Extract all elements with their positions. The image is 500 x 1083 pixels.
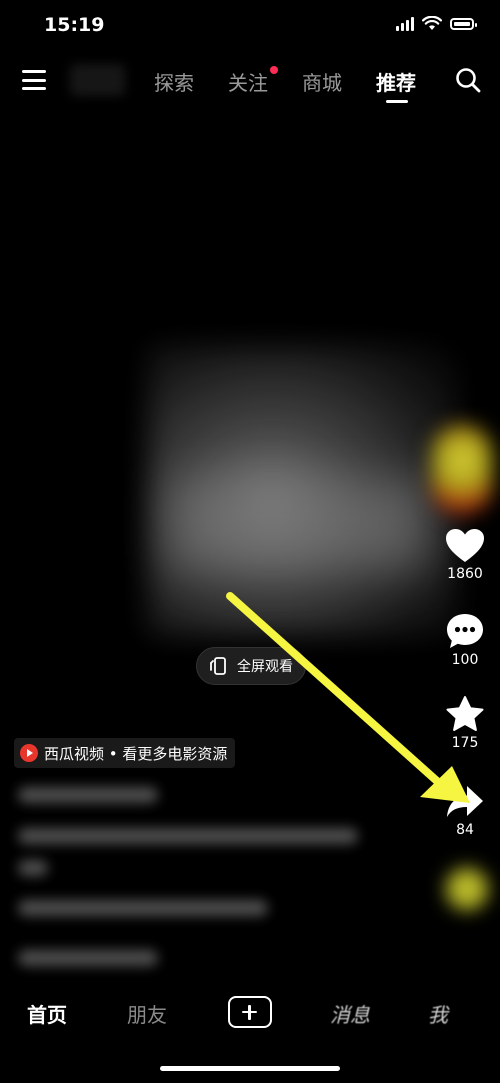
tab-home[interactable]: 首页 <box>27 999 67 1028</box>
favorite-button[interactable]: 175 <box>440 695 490 751</box>
caption-line-blurred <box>18 900 268 916</box>
comment-button[interactable]: 100 <box>440 612 490 668</box>
share-arrow-icon <box>447 786 483 817</box>
share-count: 84 <box>456 822 474 838</box>
tab-mall[interactable]: 商城 <box>302 67 342 96</box>
wifi-icon <box>422 16 442 30</box>
comment-icon <box>447 614 483 648</box>
share-button[interactable]: 84 <box>440 784 490 838</box>
tab-friends[interactable]: 朋友 <box>127 999 167 1028</box>
xigua-logo-icon <box>20 744 38 762</box>
active-tab-indicator <box>386 100 408 103</box>
menu-icon[interactable] <box>22 70 46 90</box>
source-label: 西瓜视频 • 看更多电影资源 <box>44 744 228 763</box>
fullscreen-button[interactable]: 全屏观看 <box>196 647 306 685</box>
source-tag[interactable]: 西瓜视频 • 看更多电影资源 <box>14 738 236 768</box>
create-post-button[interactable] <box>228 996 272 1028</box>
notification-dot <box>270 66 278 74</box>
tab-recommend[interactable]: 推荐 <box>376 67 416 96</box>
tab-explore[interactable]: 探索 <box>154 67 194 96</box>
fullscreen-label: 全屏观看 <box>237 659 293 675</box>
cellular-signal-icon <box>396 16 414 31</box>
heart-icon <box>446 529 484 562</box>
blurred-logo <box>70 64 125 96</box>
search-icon[interactable] <box>454 66 482 94</box>
comment-count: 100 <box>451 652 479 668</box>
bottom-nav: 首页 朋友 消息 我 <box>0 985 500 1045</box>
like-button[interactable]: 1860 <box>440 528 490 582</box>
caption-line-blurred <box>18 828 358 844</box>
top-nav: 探索 关注 商城 推荐 <box>0 58 500 108</box>
battery-icon <box>450 17 477 30</box>
author-name-blurred <box>18 787 158 803</box>
like-count: 1860 <box>447 566 483 582</box>
status-bar: 15:19 <box>0 0 500 52</box>
status-time: 15:19 <box>44 14 105 36</box>
caption-line-blurred <box>18 950 158 966</box>
caption-line-blurred <box>18 860 48 876</box>
tab-following[interactable]: 关注 <box>228 67 268 96</box>
home-indicator[interactable] <box>160 1066 340 1071</box>
tab-me[interactable]: 我 <box>428 999 448 1028</box>
app-screen: 15:19 探索 关注 商城 推荐 全屏观看 1860 100 175 84 西… <box>0 0 500 1083</box>
video-frame-highlight <box>170 480 430 570</box>
music-disc[interactable] <box>446 868 488 910</box>
status-icons <box>396 16 477 31</box>
star-icon <box>446 696 484 731</box>
rotate-screen-icon <box>210 657 226 675</box>
author-avatar[interactable] <box>432 425 492 515</box>
tab-messages[interactable]: 消息 <box>330 999 370 1028</box>
favorite-count: 175 <box>451 735 479 751</box>
